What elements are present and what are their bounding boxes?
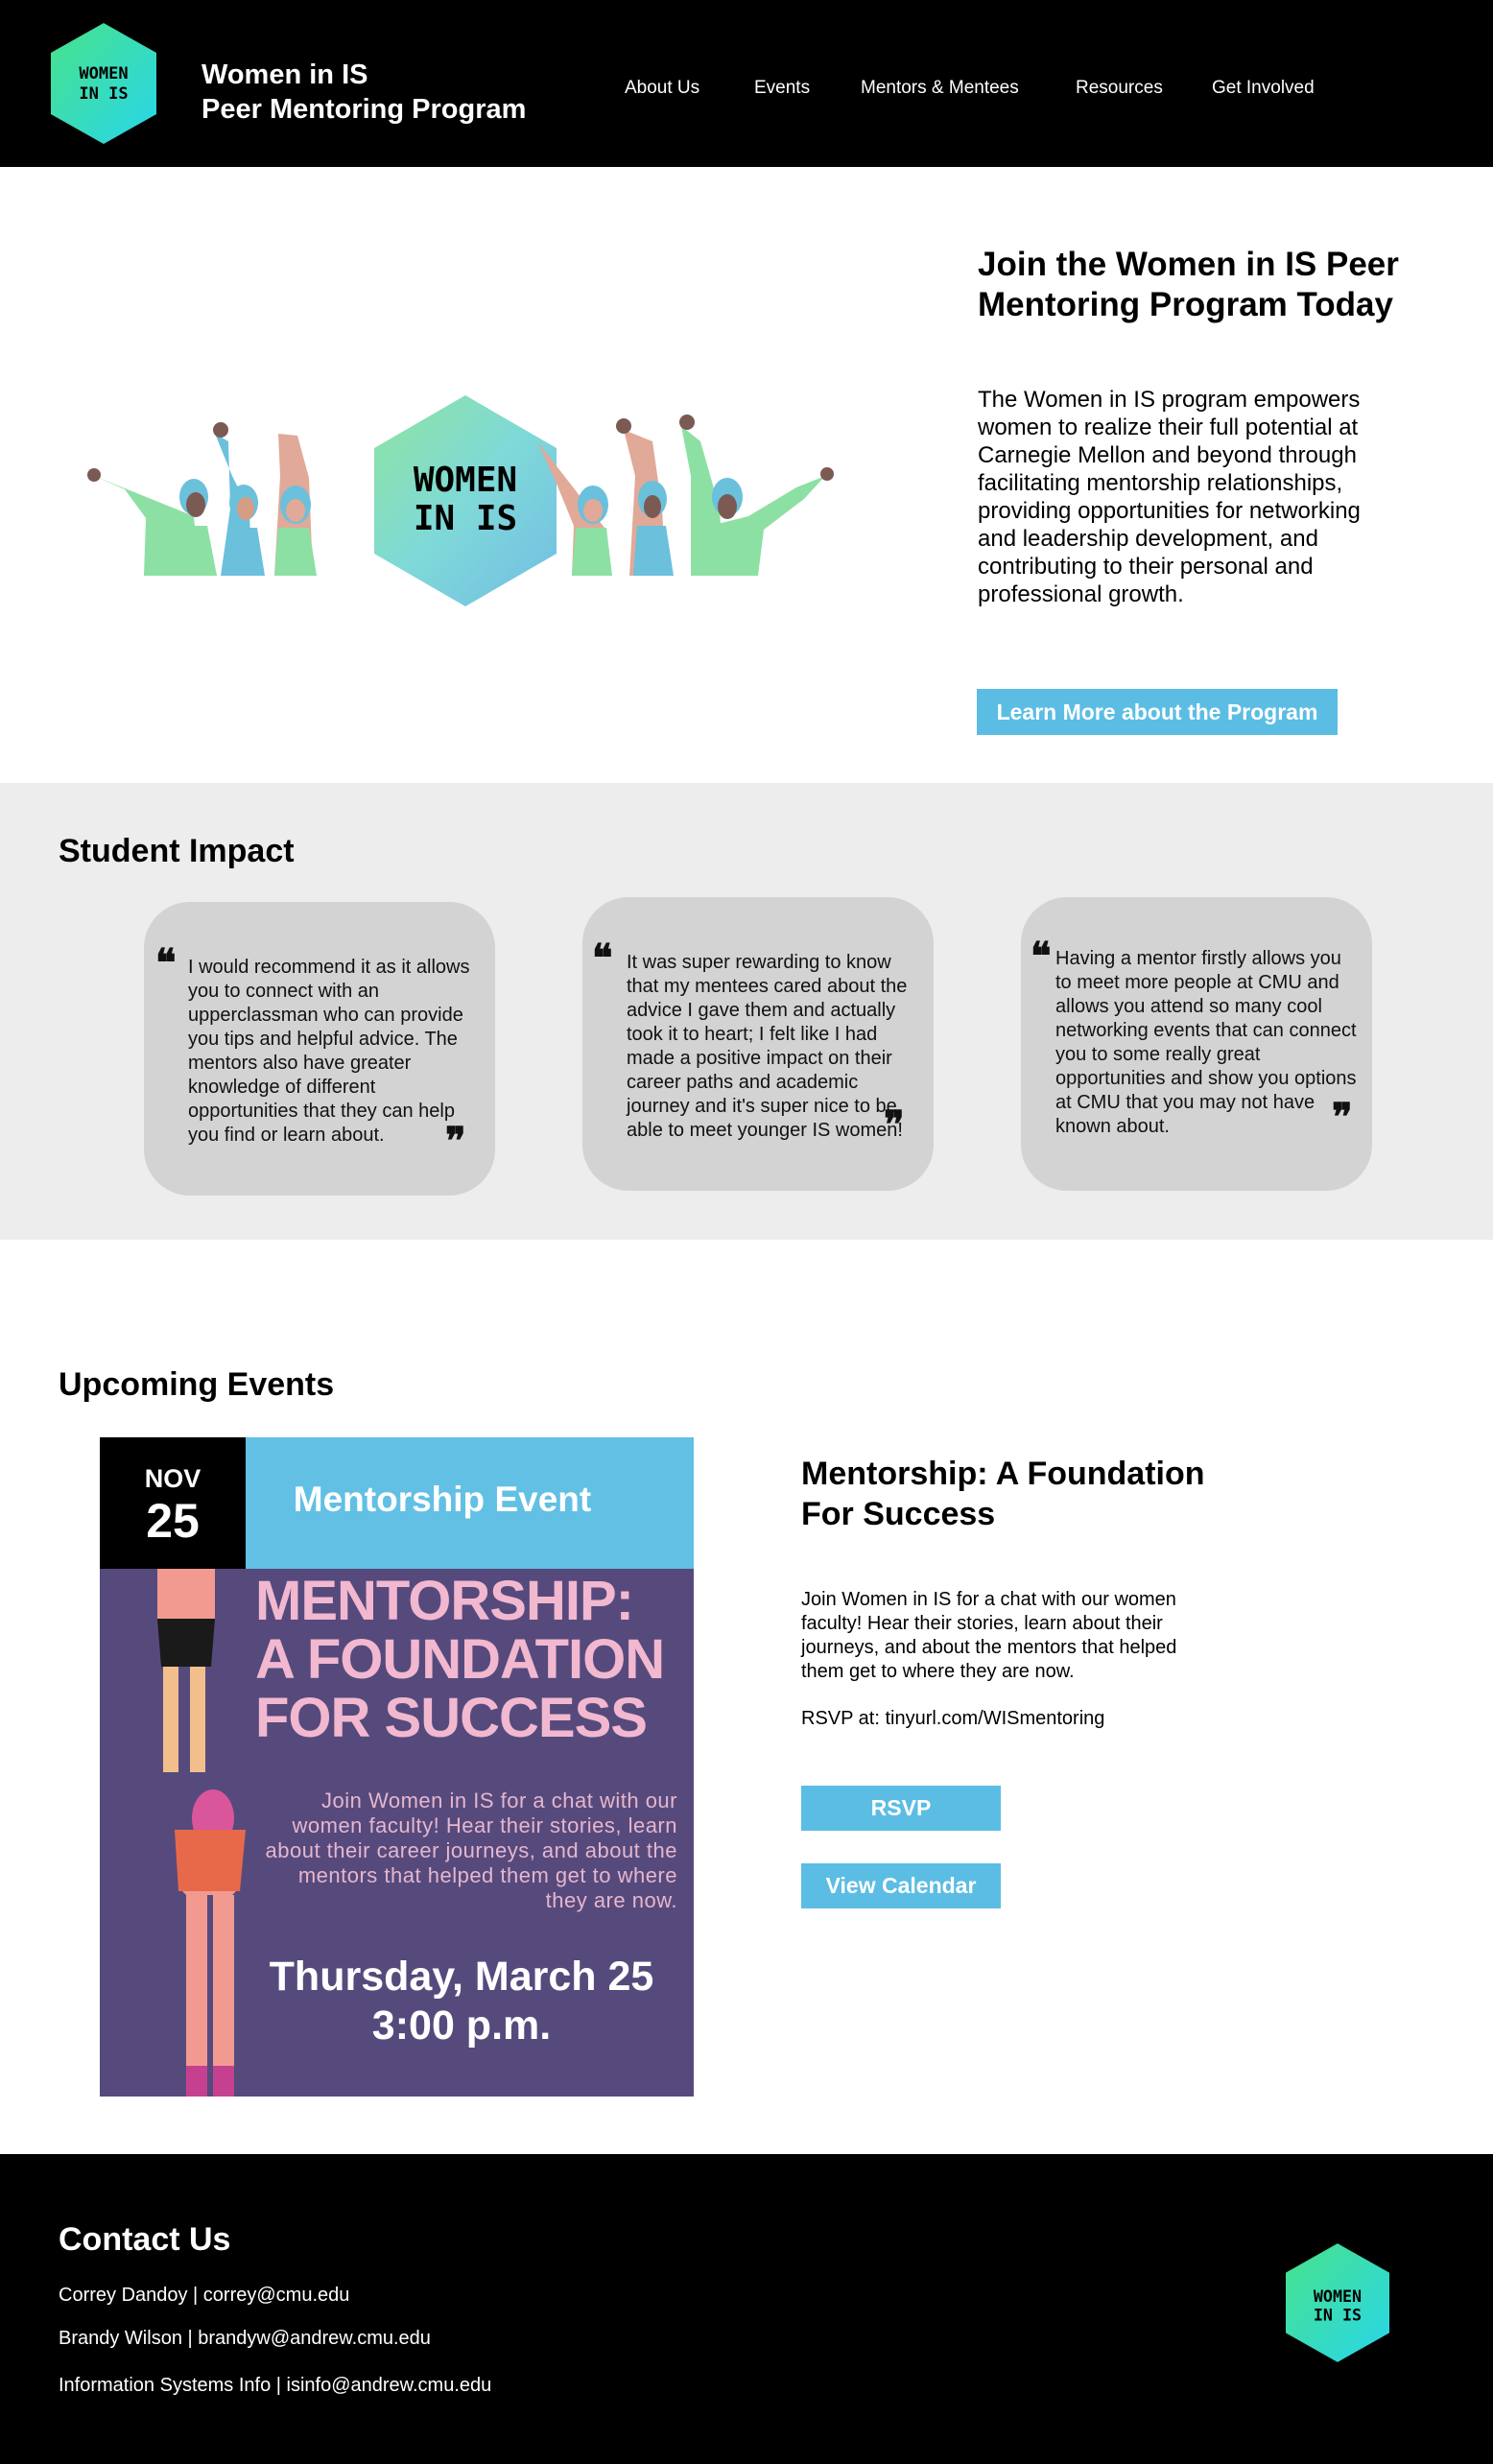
poster-when: Thursday, March 25 3:00 p.m. bbox=[244, 1953, 679, 2050]
hero-description: The Women in IS program empowers women t… bbox=[978, 387, 1361, 607]
poster-day: 25 bbox=[146, 1494, 200, 1548]
women-group-left-icon bbox=[87, 422, 317, 576]
poster-body: Join Women in IS for a chat with our wom… bbox=[265, 1789, 677, 1912]
logo-text-line2: IN IS bbox=[79, 84, 128, 104]
close-quote-icon: ❞ bbox=[884, 1102, 905, 1148]
upcoming-events-title: Upcoming Events bbox=[59, 1366, 335, 1403]
site-title-line2: Peer Mentoring Program bbox=[201, 94, 527, 125]
testimonial-card: ❝ I would recommend it as it allows you … bbox=[144, 902, 495, 1196]
footer-logo-text-line2: IN IS bbox=[1314, 2307, 1362, 2325]
poster-band: Mentorship Event bbox=[246, 1437, 694, 1569]
poster-date-block: NOV 25 bbox=[100, 1437, 246, 1569]
open-quote-icon: ❝ bbox=[1031, 934, 1052, 979]
contact-us-title: Contact Us bbox=[59, 2221, 231, 2258]
poster-band-text: Mentorship Event bbox=[293, 1480, 592, 1519]
acrobat-women-icon bbox=[157, 1569, 246, 2097]
poster-headline: MENTORSHIP: A FOUNDATION FOR SUCCESS bbox=[255, 1570, 665, 1749]
poster-when-date: Thursday, March 25 bbox=[269, 1954, 654, 2000]
learn-more-button[interactable]: Learn More about the Program bbox=[977, 689, 1338, 735]
close-quote-icon: ❞ bbox=[1332, 1095, 1353, 1140]
nav-resources[interactable]: Resources bbox=[1076, 78, 1163, 99]
site-footer: Contact Us Correy Dandoy | correy@cmu.ed… bbox=[0, 2154, 1493, 2464]
open-quote-icon: ❝ bbox=[155, 940, 177, 985]
contact-correy: Correy Dandoy | correy@cmu.edu bbox=[59, 2285, 350, 2306]
event-poster[interactable]: NOV 25 Mentorship Event MENTORSHIP: A FO… bbox=[100, 1437, 694, 2097]
hero-hex-text-line2: IN IS bbox=[414, 499, 517, 538]
testimonial-text: I would recommend it as it allows you to… bbox=[188, 957, 470, 1146]
contact-is-info: Information Systems Info | isinfo@andrew… bbox=[59, 2375, 492, 2396]
site-title: Women in IS Peer Mentoring Program bbox=[201, 58, 526, 127]
open-quote-icon: ❝ bbox=[592, 936, 613, 981]
nav-about-us[interactable]: About Us bbox=[625, 78, 699, 99]
testimonial-card: ❝ Having a mentor firstly allows you to … bbox=[1021, 897, 1372, 1191]
site-header: WOMEN IN IS Women in IS Peer Mentoring P… bbox=[0, 0, 1493, 167]
hero-illustration: WOMEN IN IS bbox=[87, 395, 834, 606]
testimonial-text: It was super rewarding to know that my m… bbox=[627, 952, 908, 1141]
logo-text-line1: WOMEN bbox=[79, 64, 128, 83]
site-title-line1: Women in IS bbox=[201, 59, 368, 90]
event-rsvp-link-text: RSVP at: tinyurl.com/WISmentoring bbox=[801, 1708, 1105, 1729]
nav-events[interactable]: Events bbox=[754, 78, 810, 99]
poster-month: NOV bbox=[144, 1464, 201, 1493]
women-in-is-logo[interactable]: WOMEN IN IS bbox=[51, 23, 156, 144]
contact-brandy: Brandy Wilson | brandyw@andrew.cmu.edu bbox=[59, 2328, 431, 2349]
close-quote-icon: ❞ bbox=[445, 1119, 466, 1164]
hero-hex-text-line1: WOMEN bbox=[414, 461, 517, 500]
event-description: Join Women in IS for a chat with our wom… bbox=[801, 1589, 1177, 1682]
student-impact-section: Student Impact ❝ I would recommend it as… bbox=[0, 783, 1493, 1240]
view-calendar-button[interactable]: View Calendar bbox=[801, 1863, 1001, 1908]
poster-when-time: 3:00 p.m. bbox=[371, 2002, 552, 2049]
hero-title: Join the Women in IS Peer Mentoring Prog… bbox=[978, 246, 1399, 323]
testimonial-text: Having a mentor firstly allows you to me… bbox=[1055, 948, 1357, 1137]
testimonial-card: ❝ It was super rewarding to know that my… bbox=[582, 897, 934, 1191]
nav-mentors-mentees[interactable]: Mentors & Mentees bbox=[861, 78, 1019, 99]
footer-logo[interactable]: WOMEN IN IS bbox=[1286, 2242, 1389, 2363]
footer-logo-text-line1: WOMEN bbox=[1314, 2287, 1362, 2306]
nav-get-involved[interactable]: Get Involved bbox=[1212, 78, 1315, 99]
event-title: Mentorship: A Foundation For Success bbox=[801, 1456, 1205, 1532]
rsvp-button[interactable]: RSVP bbox=[801, 1786, 1001, 1831]
women-group-right-icon bbox=[537, 415, 834, 576]
student-impact-title: Student Impact bbox=[59, 833, 295, 869]
